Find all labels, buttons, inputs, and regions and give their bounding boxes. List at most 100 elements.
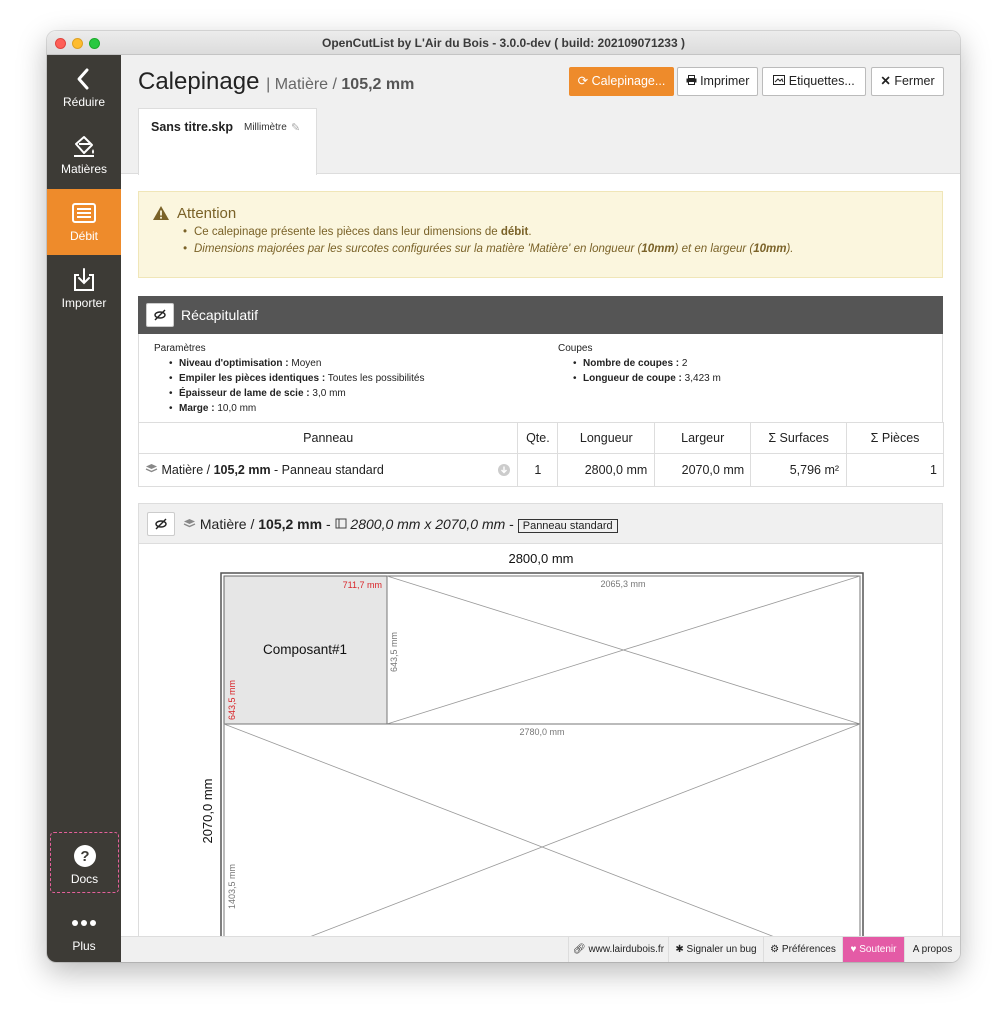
eye-slash-icon: [154, 309, 166, 321]
title-bar: OpenCutList by L'Air du Bois - 3.0.0-dev…: [47, 31, 960, 55]
sheet-dims: 2800,0 mm x 2070,0 mm: [350, 516, 506, 532]
summary-table: Panneau Qte. Longueur Largeur Σ Surfaces…: [137, 422, 944, 487]
cell-panneau: Matière / 105,2 mm - Panneau standard: [137, 453, 519, 487]
tab-document[interactable]: Sans titre.skp Millimètre ✎: [138, 108, 317, 175]
gear-icon: ⚙: [770, 944, 780, 955]
page-header: Calepinage | Matière / 105,2 mm ⟳ Calepi…: [121, 55, 960, 175]
offcut-1-width-label: 643,5 mm: [389, 632, 399, 672]
close-button[interactable]: ✕ Fermer: [871, 67, 944, 96]
row-material: Matière /: [161, 463, 214, 477]
param-value: 10,0 mm: [214, 403, 257, 414]
sidebar-item-label: Docs: [70, 872, 99, 886]
website-link[interactable]: 🔗︎ www.lairdubois.fr: [568, 937, 668, 962]
about-label: A propos: [912, 944, 953, 955]
zoom-window-button[interactable]: [89, 38, 100, 49]
cut-item: Longueur de coupe : 3,423 m: [573, 373, 721, 384]
param-value: 3,0 mm: [309, 388, 346, 399]
close-button-label: Fermer: [894, 74, 935, 88]
close-icon: ✕: [880, 74, 891, 88]
alert-bold: 10mm: [641, 243, 675, 255]
row-kind: - Panneau standard: [270, 463, 384, 477]
summary-title: Récapitulatif: [181, 307, 259, 323]
param-item: Épaisseur de lame de scie : 3,0 mm: [169, 388, 346, 399]
sheet-title: Matière / 105,2 mm - 2800,0 mm x 2070,0 …: [183, 516, 618, 533]
param-item: Marge : 10,0 mm: [169, 403, 257, 414]
printer-icon: [686, 74, 700, 88]
minimize-window-button[interactable]: [72, 38, 83, 49]
preferences-label: Préférences: [781, 944, 836, 955]
alert-bold: 10mm: [753, 243, 787, 255]
visibility-toggle-button[interactable]: [146, 303, 174, 327]
summary-parameters: Paramètres Niveau d'optimisation : Moyen…: [138, 334, 943, 422]
sidebar-item-label: Débit: [69, 229, 98, 243]
sidebar-item-label: Importer: [61, 296, 107, 310]
tab-filename: Sans titre.skp: [151, 120, 233, 134]
help-icon: ?: [51, 842, 118, 870]
cut-value: 2: [679, 358, 688, 369]
sheet-separator: -: [505, 516, 518, 532]
sidebar-item-reduire[interactable]: Réduire: [47, 55, 121, 121]
about-link[interactable]: A propos: [904, 937, 960, 962]
website-label: www.lairdubois.fr: [588, 944, 665, 955]
preferences-link[interactable]: ⚙ Préférences: [763, 937, 842, 962]
panel-size-icon: [335, 516, 347, 532]
param-key: Empiler les pièces identiques :: [179, 373, 326, 384]
link-icon: 🔗︎: [572, 944, 586, 955]
labels-button-label: Etiquettes...: [788, 74, 855, 88]
svg-text:?: ?: [80, 848, 89, 865]
main-content: Calepinage | Matière / 105,2 mm ⟳ Calepi…: [121, 55, 960, 936]
offcut-2-length-label: 2780,0 mm: [519, 727, 564, 737]
cut-value: 3,423 m: [681, 373, 721, 384]
sheet-width-label: 2070,0 mm: [200, 778, 215, 843]
table-row[interactable]: Matière / 105,2 mm - Panneau standard 1 …: [137, 453, 944, 487]
close-window-button[interactable]: [55, 38, 66, 49]
labels-button[interactable]: Etiquettes...: [762, 67, 866, 96]
sidebar-item-matieres[interactable]: Matières: [47, 122, 121, 188]
col-longueur: Longueur: [557, 422, 656, 454]
sidebar-item-debit[interactable]: Débit: [47, 189, 121, 255]
param-key: Niveau d'optimisation :: [179, 358, 289, 369]
refresh-icon: ⟳: [577, 74, 589, 88]
sheet-header: Matière / 105,2 mm - 2800,0 mm x 2070,0 …: [138, 503, 943, 544]
sidebar-item-label: Plus: [72, 939, 96, 953]
alert-item: Dimensions majorées par les surcotes con…: [183, 243, 793, 255]
alert-text: .: [528, 226, 532, 238]
sidebar-item-importer[interactable]: Importer: [47, 256, 121, 322]
subtitle-prefix: | Matière /: [266, 76, 342, 93]
heart-hand-icon: ♥: [850, 944, 857, 955]
alert-text: ) et en largeur (: [674, 243, 754, 255]
arrow-down-circle-icon[interactable]: [497, 463, 511, 480]
summary-panel-header: Récapitulatif: [138, 296, 943, 334]
col-largeur: Largeur: [654, 422, 752, 454]
tab-unit: Millimètre: [244, 122, 287, 133]
sidebar-item-plus[interactable]: Plus: [47, 899, 121, 962]
app-window: OpenCutList by L'Air du Bois - 3.0.0-dev…: [47, 31, 960, 962]
visibility-toggle-button[interactable]: [147, 512, 175, 536]
alert-text: Ce calepinage présente les pièces dans l…: [194, 226, 501, 238]
page-subtitle: | Matière / 105,2 mm: [266, 76, 414, 93]
chevron-left-icon: [47, 65, 121, 93]
report-bug-link[interactable]: ✱ Signaler un bug: [668, 937, 763, 962]
support-button[interactable]: ♥ Soutenir: [842, 937, 904, 962]
cutting-diagram: 2800,0 mm 2070,0 mm Composant#1 711,7 mm…: [138, 544, 943, 936]
offcut-2-width-label: 1403,5 mm: [227, 864, 237, 909]
param-item: Empiler les pièces identiques : Toutes l…: [169, 373, 425, 384]
cut-key: Longueur de coupe :: [583, 373, 682, 384]
window-title: OpenCutList by L'Air du Bois - 3.0.0-dev…: [322, 36, 685, 50]
bug-icon: ✱: [675, 944, 684, 955]
print-button[interactable]: Imprimer: [677, 67, 758, 96]
pencil-icon[interactable]: ✎: [291, 121, 300, 134]
sidebar-item-docs[interactable]: ? Docs: [50, 832, 119, 893]
calepinage-button[interactable]: ⟳ Calepinage...: [569, 67, 674, 96]
list-icon: [47, 199, 121, 227]
cell-pieces: 1: [846, 453, 944, 487]
cutting-diagram-svg: 2800,0 mm 2070,0 mm Composant#1 711,7 mm…: [200, 551, 864, 936]
title-text: Calepinage: [138, 68, 260, 95]
footer-bar: 🔗︎ www.lairdubois.fr ✱ Signaler un bug ⚙…: [121, 936, 960, 962]
report-bug-label: Signaler un bug: [686, 944, 757, 955]
eye-slash-icon: [155, 518, 167, 530]
alert-title: Attention: [177, 205, 237, 222]
param-value: Toutes les possibilités: [325, 373, 425, 384]
import-icon: [47, 266, 121, 294]
part-length-label: 711,7 mm: [343, 580, 382, 590]
